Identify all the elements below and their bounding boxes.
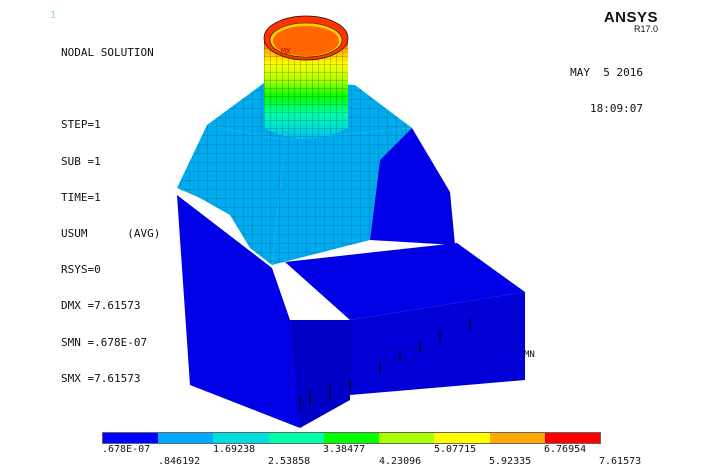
legend-tick-label: .678E-07 (102, 444, 151, 455)
right-extension (285, 243, 525, 428)
legend-tick-label: .846192 (158, 456, 201, 467)
legend-tick-label: 2.53858 (268, 456, 311, 467)
legend-swatch (489, 433, 545, 443)
color-legend-bar (102, 432, 601, 444)
cylinder-nozzle (263, 15, 349, 139)
legend-tick-label: 1.69238 (213, 444, 256, 455)
legend-tick-label: 3.38477 (323, 444, 366, 455)
legend-tick-label: 7.61573 (599, 456, 642, 467)
legend-swatch (323, 433, 380, 443)
legend-tick-label: 6.76954 (544, 444, 587, 455)
legend-swatch (213, 433, 269, 443)
legend-tick-label: 5.07715 (434, 444, 477, 455)
legend-swatch (434, 433, 490, 443)
min-marker: MN (524, 350, 535, 360)
legend-swatch (379, 433, 435, 443)
max-marker: MX (281, 47, 291, 56)
fea-contour-model[interactable] (0, 0, 705, 469)
legend-swatch (158, 433, 214, 443)
legend-swatch (544, 433, 600, 443)
legend-swatch (103, 433, 159, 443)
legend-tick-label: 4.23096 (379, 456, 422, 467)
legend-tick-label: 5.92335 (489, 456, 532, 467)
legend-swatch (268, 433, 324, 443)
